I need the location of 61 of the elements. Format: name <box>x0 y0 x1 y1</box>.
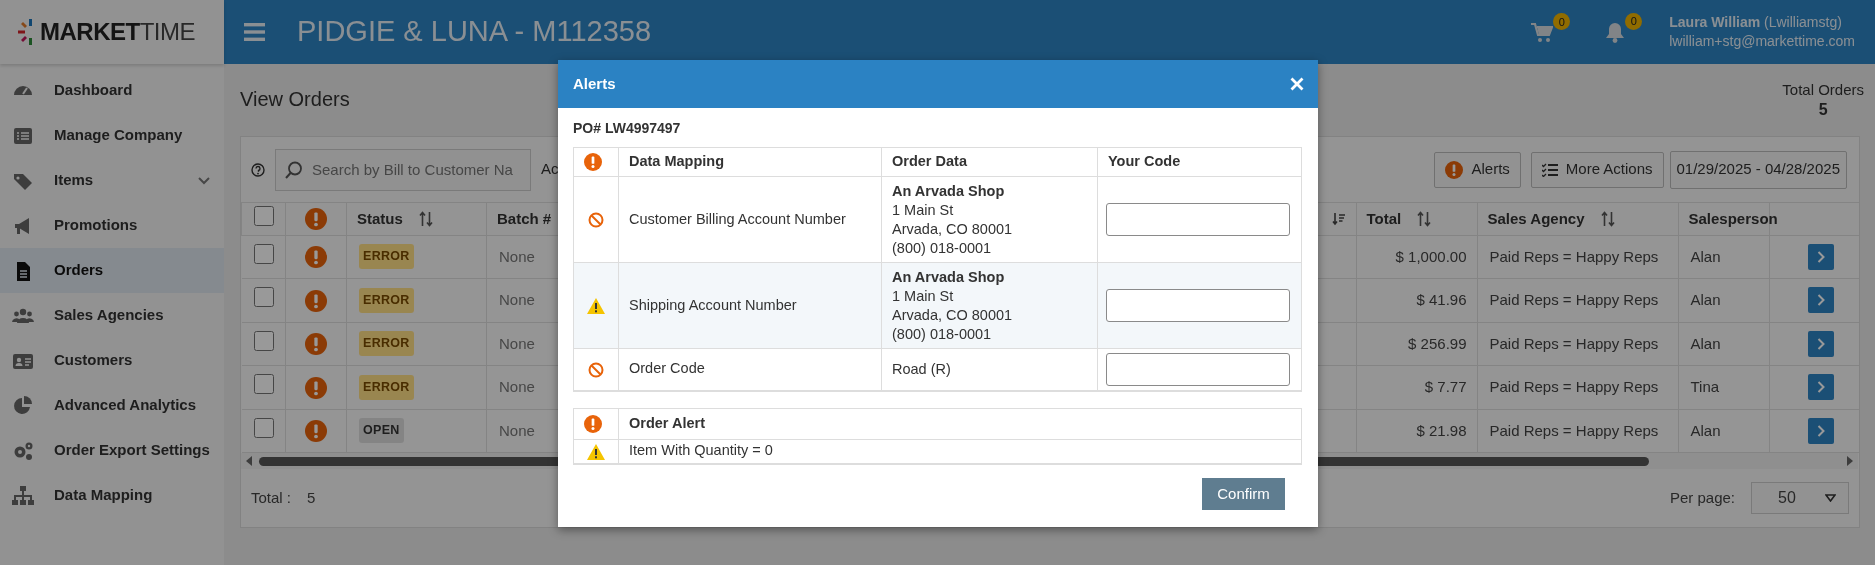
table-cell: Paid Reps = Happy Reps <box>1489 291 1659 308</box>
column-header: Sales Agency <box>1487 208 1585 229</box>
shop-name: An Arvada Shop <box>892 267 1006 287</box>
count-badge: 0 <box>1553 13 1571 31</box>
user-email: lwilliam+stg@markettime.com <box>1669 32 1855 51</box>
logo-text: MARKETTIME <box>40 17 195 47</box>
table-cell: $ 7.77 <box>1424 378 1467 395</box>
status-label: ERROR <box>359 287 414 313</box>
mapping-label: Order Code <box>629 360 705 377</box>
table-cell: $ 256.99 <box>1408 334 1467 352</box>
column-header: Order Data <box>892 153 967 170</box>
table-cell: None <box>499 291 535 308</box>
table-cell: None <box>499 334 535 352</box>
table-cell: Alan <box>1690 334 1721 352</box>
page-title: View Orders <box>240 87 350 112</box>
column-header: Data Mapping <box>629 153 725 170</box>
status-label: OPEN <box>359 418 404 444</box>
table-cell: None <box>499 378 535 395</box>
user-name: Laura William (Lwilliamstg) <box>1669 13 1843 32</box>
status-label: ERROR <box>359 331 414 357</box>
table-cell: None <box>499 421 535 439</box>
table-cell: Paid Reps = Happy Reps <box>1489 378 1659 395</box>
order-data-line: (800) 018-0001 <box>892 238 993 258</box>
status-label: ERROR <box>359 244 414 270</box>
column-header: Order Alert <box>629 414 705 431</box>
total-orders-count: 5 <box>1818 100 1828 120</box>
order-data-line: Road (R) <box>892 359 952 379</box>
po-number: PO# LW4997497 <box>573 119 682 138</box>
mapping-label: Customer Billing Account Number <box>629 210 846 227</box>
total-orders-label: Total Orders <box>1782 80 1864 100</box>
table-cell: Paid Reps = Happy Reps <box>1489 334 1659 352</box>
order-data-line: (800) 018-0001 <box>892 324 993 344</box>
shop-name: An Arvada Shop <box>892 181 1006 201</box>
table-cell: Alan <box>1690 247 1721 265</box>
mapping-label: Shipping Account Number <box>629 296 797 313</box>
count-badge: 0 <box>1625 13 1643 31</box>
page-header-title: PIDGIE & LUNA - M112358 <box>297 14 652 50</box>
table-cell: Paid Reps = Happy Reps <box>1489 421 1659 439</box>
status-label: ERROR <box>359 374 414 400</box>
table-cell: $ 21.98 <box>1416 421 1467 439</box>
alert-text: Item With Quantity = 0 <box>629 442 773 459</box>
table-cell: Paid Reps = Happy Reps <box>1489 247 1659 265</box>
order-data-line: Arvada, CO 80001 <box>892 219 1014 239</box>
table-cell: $ 41.96 <box>1416 291 1467 308</box>
order-data-line: Arvada, CO 80001 <box>892 305 1014 325</box>
order-data-line: 1 Main St <box>892 200 955 220</box>
column-header: Your Code <box>1108 153 1181 170</box>
column-header: Status <box>357 208 403 229</box>
per-page-label: Per page: <box>1669 487 1735 508</box>
order-data-line: 1 Main St <box>892 286 955 306</box>
column-header: Batch # <box>497 208 552 229</box>
dialog-title: Alerts <box>573 73 616 94</box>
table-cell: None <box>499 247 535 265</box>
total-label: Total : <box>251 487 292 508</box>
table-cell: $ 1,000.00 <box>1395 247 1467 265</box>
table-cell: Tina <box>1690 378 1720 395</box>
total-value: 5 <box>307 487 316 508</box>
column-header: Total <box>1366 208 1402 229</box>
table-cell: Alan <box>1690 291 1721 308</box>
table-cell: Alan <box>1690 421 1721 439</box>
column-header: Salesperson <box>1688 208 1778 229</box>
